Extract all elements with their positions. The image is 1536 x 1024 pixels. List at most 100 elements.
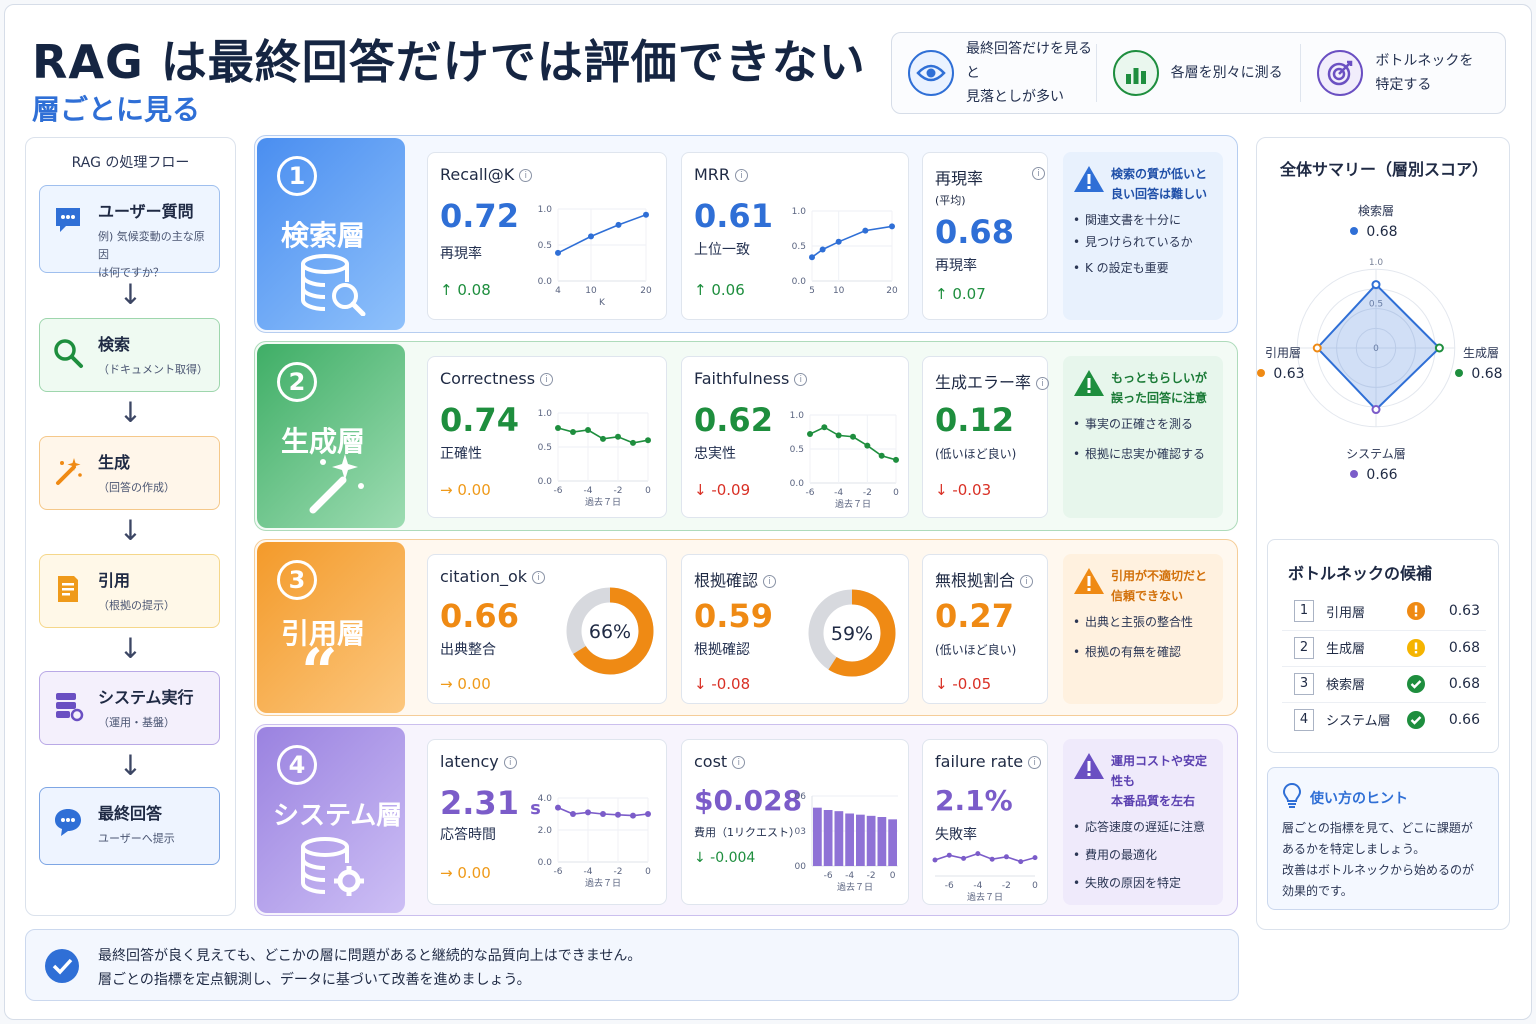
info-icon[interactable]: i	[735, 169, 749, 182]
layer-badge: 2 生成層	[257, 344, 405, 528]
metric-label: (低いほど良い)	[935, 643, 1017, 657]
donut-label: 66%	[589, 621, 631, 643]
info-icon[interactable]: i	[540, 373, 554, 386]
info-icon[interactable]: i	[1020, 575, 1034, 588]
data-point	[615, 221, 622, 228]
info-icon[interactable]: i	[794, 373, 808, 386]
y-tick-label: 0.0	[538, 858, 553, 868]
alert-circle-icon	[1406, 601, 1426, 621]
key-point-measure-line1: 各層を別々に測る	[1170, 65, 1283, 81]
metric-label: 費用（1リクエスト）	[694, 826, 800, 839]
info-icon[interactable]: i	[732, 756, 746, 769]
metric-value: 2.1%	[935, 784, 1013, 817]
info-icon[interactable]: i	[532, 571, 546, 584]
radar-value-label: 0.66	[1366, 467, 1397, 483]
x-axis-label: 過去７日	[835, 498, 871, 510]
metric-label: 忠実性	[694, 446, 736, 462]
x-tick-label: -6	[554, 486, 563, 496]
radar-point	[1312, 343, 1322, 353]
tip-bullet-continued: 見つけられているか	[1073, 232, 1213, 252]
metric-card-recall: Recall@K i 0.72 再現率 ↑ 0.08 1.0 0.5 0.0 4 10 20…	[427, 152, 667, 320]
y-tick-label: 0.5	[790, 445, 804, 455]
page-subtitle: 層ごとに見る	[32, 93, 201, 126]
y-tick-label: 0.5	[792, 242, 806, 252]
x-tick-label: 0	[890, 871, 896, 881]
metric-title: 再現率	[935, 169, 984, 188]
tip-bullet: 失敗の原因を特定	[1073, 873, 1213, 893]
bottleneck-layer-name: システム層	[1326, 714, 1391, 729]
metric-label: 根拠確認	[694, 642, 750, 658]
magic-wand-icon	[309, 454, 364, 514]
layer-badge: 4 システム層	[257, 727, 405, 913]
x-tick-label: 0	[1032, 881, 1038, 891]
bottleneck-rank: 2	[1294, 636, 1314, 659]
radar-legend-dot	[1350, 227, 1358, 235]
series-line	[811, 225, 893, 258]
layer-retrieval: 1 検索層 Recall@K i 0.72 再現率 ↑ 0.08 1.0 0.5 0.…	[254, 135, 1238, 333]
hint-title: 使い方のヒント	[1310, 791, 1408, 807]
donut-label: 59%	[831, 623, 873, 645]
x-tick-label: -2	[863, 488, 872, 498]
data-point	[807, 431, 813, 438]
data-point	[600, 435, 606, 442]
y-tick-label: 0.00	[794, 862, 806, 872]
flow-step-final-answer: 最終回答 ユーザーへ提示	[39, 787, 220, 865]
radar-value-label: 0.68	[1471, 366, 1502, 382]
data-point	[946, 852, 952, 858]
metric-value: 0.61	[694, 197, 773, 235]
document-icon	[58, 576, 78, 602]
flow-step-retrieval: 検索 （ドキュメント取得）	[39, 318, 220, 392]
info-icon[interactable]: i	[1036, 377, 1050, 390]
data-point	[821, 424, 828, 431]
metric-delta: → 0.00	[440, 675, 491, 693]
info-icon[interactable]: i	[503, 756, 517, 769]
radar-value-label: 0.63	[1273, 366, 1304, 382]
key-point-eye: 最終回答だけを見ると 見落としが多い	[892, 41, 1096, 105]
layer-name: システム層	[273, 801, 403, 831]
metric-card-recall-avg: 再現率 i (平均) 0.68 再現率 ↑ 0.07	[922, 152, 1048, 320]
info-icon[interactable]: i	[1032, 167, 1045, 180]
x-tick-label: 5	[809, 286, 815, 296]
radar-point	[1371, 405, 1381, 415]
bottleneck-title: ボトルネックの候補	[1288, 564, 1433, 583]
info-icon[interactable]: i	[763, 575, 777, 588]
flow-step-sub: （根拠の提示）	[98, 599, 175, 612]
data-point	[932, 857, 938, 863]
data-point	[643, 211, 649, 218]
data-point	[893, 456, 899, 463]
metric-delta: ↑ 0.08	[440, 281, 491, 299]
bar	[877, 817, 887, 866]
x-tick-label: 0	[893, 488, 899, 498]
bar	[888, 819, 897, 866]
data-point	[1003, 854, 1009, 860]
flow-arrow-down: ↓	[118, 514, 143, 547]
hint-line: 効果的です。	[1282, 884, 1353, 898]
metric-value: 0.74	[440, 401, 519, 439]
x-tick-label: 4	[555, 286, 561, 296]
info-icon[interactable]: i	[1028, 756, 1042, 769]
key-point-target-line1: ボトルネックを	[1375, 53, 1474, 69]
tip-title: 運用コストや安定性も	[1111, 754, 1208, 788]
footer-line: 層ごとの指標を定点観測し、データに基づいて改善を進めましょう。	[98, 972, 531, 988]
metric-delta: ↓ -0.08	[694, 675, 751, 693]
key-point-measure: 各層を別々に測る	[1095, 44, 1301, 102]
hint-panel: 使い方のヒント 層ごとの指標を見て、どこに課題が あるかを特定しましょう。 改善…	[1267, 767, 1499, 910]
data-point	[1018, 859, 1024, 865]
metric-label: (低いほど良い)	[935, 447, 1017, 461]
hint-line: 改善はボトルネックから始めるのが	[1282, 863, 1475, 877]
flow-step-sub: 例) 気候変動の主な原因	[98, 230, 205, 261]
bar	[834, 811, 844, 866]
tip-title: もっともらしいが	[1111, 371, 1208, 385]
bottleneck-panel: ボトルネックの候補 1 引用層 0.63 2 生成層 0.68 3 検索層 0.68 4 システム層…	[1267, 539, 1499, 753]
bar	[866, 815, 876, 866]
x-tick-label: -2	[1002, 881, 1011, 891]
tip-bullet: 根拠に忠実か確認する	[1073, 444, 1213, 464]
metric-title: Recall@K	[440, 165, 515, 184]
tip-title-line2: 本番品質を左右	[1111, 794, 1196, 808]
data-point	[819, 246, 826, 253]
y-tick-label: 0.06	[794, 792, 806, 802]
info-icon[interactable]: i	[519, 169, 533, 182]
check-circle-icon	[45, 949, 79, 983]
data-point	[862, 227, 869, 234]
magic-wand-icon	[56, 458, 82, 485]
